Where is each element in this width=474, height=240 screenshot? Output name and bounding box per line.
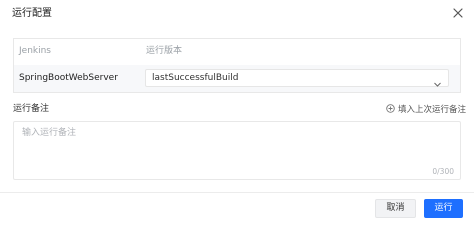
remark-textarea[interactable]: 输入运行备注 0/300 [13,121,461,180]
plus-circle-icon [386,104,395,113]
cancel-button[interactable]: 取消 [375,199,416,218]
footer-divider [0,192,474,193]
remark-label: 运行备注 [13,104,50,114]
column-header-version: 运行版本 [146,46,183,56]
table-row: SpringBootWebServer lastSuccessfulBuild [14,65,460,92]
remark-placeholder: 输入运行备注 [22,128,77,138]
close-icon[interactable] [451,6,465,20]
job-name: SpringBootWebServer [19,73,118,83]
dialog-title: 运行配置 [12,8,52,19]
char-counter: 0/300 [432,167,454,176]
column-header-jenkins: Jenkins [19,46,52,56]
fill-last-remark-label: 填入上次运行备注 [398,105,467,115]
version-select[interactable]: lastSuccessfulBuild [145,69,449,87]
chevron-down-icon [433,74,442,87]
build-table: Jenkins 运行版本 SpringBootWebServer lastSuc… [13,38,461,93]
table-header: Jenkins 运行版本 [14,39,460,65]
run-config-dialog: 运行配置 Jenkins 运行版本 SpringBootWebServer la… [0,0,474,226]
run-button[interactable]: 运行 [424,199,463,218]
version-select-value: lastSuccessfulBuild [152,73,239,83]
fill-last-remark-link[interactable]: 填入上次运行备注 [386,104,466,116]
dialog-header: 运行配置 [0,0,474,28]
